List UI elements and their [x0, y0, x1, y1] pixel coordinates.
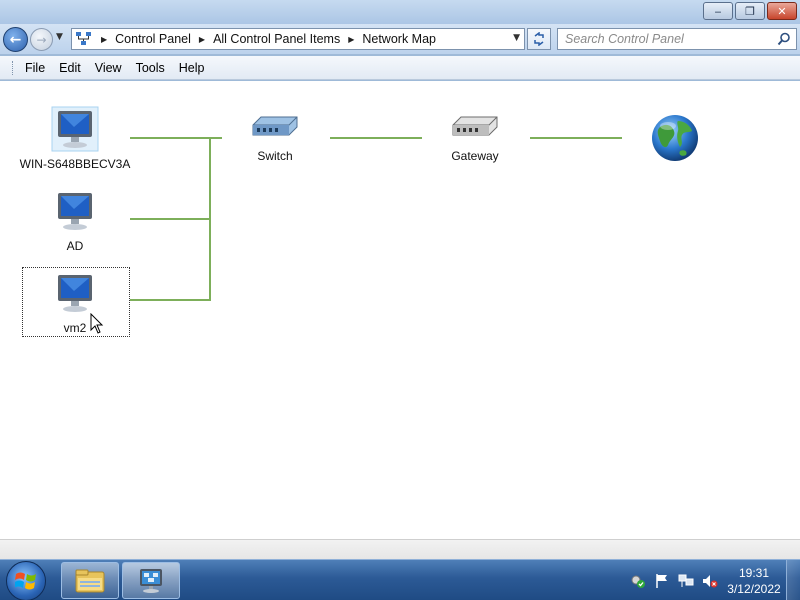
close-button[interactable]: ✕ [767, 2, 797, 20]
system-tray: 19:31 3/12/2022 [626, 560, 800, 600]
breadcrumb: ▶ Control Panel ▶ All Control Panel Item… [93, 32, 436, 46]
forward-button[interactable]: → [30, 28, 53, 51]
computer-node-ad[interactable]: AD [20, 187, 130, 253]
address-bar[interactable]: ▶ Control Panel ▶ All Control Panel Item… [71, 28, 525, 50]
breadcrumb-all-items[interactable]: All Control Panel Items [213, 32, 340, 46]
link-ad-to-bus [130, 218, 210, 220]
breadcrumb-control-panel[interactable]: Control Panel [115, 32, 191, 46]
title-bar: ‒ ❐ ✕ [0, 0, 800, 26]
menu-edit[interactable]: Edit [52, 61, 88, 75]
recent-pages-dropdown-icon[interactable]: ▼ [56, 32, 63, 42]
gateway-icon [452, 116, 498, 136]
breadcrumb-separator-icon[interactable]: ▶ [348, 35, 354, 44]
clock-time: 19:31 [738, 565, 770, 580]
computer-label: AD [66, 239, 84, 253]
windows-logo-icon [15, 572, 36, 590]
minimize-button[interactable]: ‒ [703, 2, 733, 20]
computer-label: WIN-S648BBECV3A [19, 157, 131, 171]
menu-grip [12, 60, 15, 75]
internet-node[interactable] [625, 113, 725, 163]
breadcrumb-network-map[interactable]: Network Map [362, 32, 436, 46]
clock-date: 3/12/2022 [727, 581, 781, 596]
back-button[interactable]: ← [3, 27, 28, 52]
window-controls: ‒ ❐ ✕ [703, 2, 797, 20]
computer-icon [58, 275, 92, 312]
menu-bar: File Edit View Tools Help [0, 56, 800, 80]
breadcrumb-separator-icon[interactable]: ▶ [199, 35, 205, 44]
menu-tools[interactable]: Tools [129, 61, 172, 75]
security-shield-icon[interactable] [629, 572, 647, 590]
gateway-node[interactable]: Gateway [425, 115, 525, 163]
link-vm2-to-bus [130, 299, 210, 301]
switch-icon [252, 116, 298, 136]
volume-muted-icon[interactable] [701, 572, 719, 590]
folder-icon [75, 569, 105, 592]
taskbar-network-center-button[interactable] [122, 562, 180, 599]
taskbar: 19:31 3/12/2022 [0, 559, 800, 600]
network-map-icon [75, 31, 93, 47]
system-clock[interactable]: 19:31 3/12/2022 [722, 565, 786, 597]
show-desktop-button[interactable] [786, 560, 800, 600]
network-status-icon[interactable] [677, 572, 695, 590]
network-map-canvas: WIN-S648BBECV3A AD vm2 Switch Gateway [0, 81, 800, 539]
search-input[interactable] [558, 29, 768, 49]
link-bus-vertical [209, 137, 211, 301]
status-bar [0, 539, 800, 559]
link-gateway-to-internet [530, 137, 622, 139]
menu-file[interactable]: File [18, 61, 52, 75]
maximize-button[interactable]: ❐ [735, 2, 765, 20]
globe-icon [652, 115, 698, 161]
gateway-label: Gateway [451, 149, 499, 163]
action-center-flag-icon[interactable] [653, 572, 671, 590]
breadcrumb-separator-icon[interactable]: ▶ [101, 35, 107, 44]
refresh-button[interactable] [527, 28, 551, 50]
computer-icon [58, 193, 92, 230]
refresh-icon [534, 32, 544, 46]
menu-help[interactable]: Help [172, 61, 212, 75]
mouse-cursor-icon [90, 313, 104, 334]
computer-icon [51, 106, 99, 152]
address-dropdown-icon[interactable]: ▼ [513, 33, 520, 43]
search-box[interactable] [557, 28, 797, 50]
navigation-bar: ← → ▼ ▶ Control Panel ▶ All Control Pane… [0, 24, 800, 54]
search-icon[interactable] [777, 32, 791, 46]
network-center-icon [140, 568, 162, 593]
computer-node-win[interactable]: WIN-S648BBECV3A [20, 105, 130, 171]
switch-label: Switch [257, 149, 293, 163]
taskbar-explorer-button[interactable] [61, 562, 119, 599]
computer-node-vm2[interactable]: vm2 [20, 269, 130, 335]
link-switch-to-gateway [330, 137, 422, 139]
start-button[interactable] [6, 561, 46, 600]
computer-label: vm2 [63, 321, 87, 335]
menu-view[interactable]: View [88, 61, 129, 75]
switch-node[interactable]: Switch [225, 115, 325, 163]
